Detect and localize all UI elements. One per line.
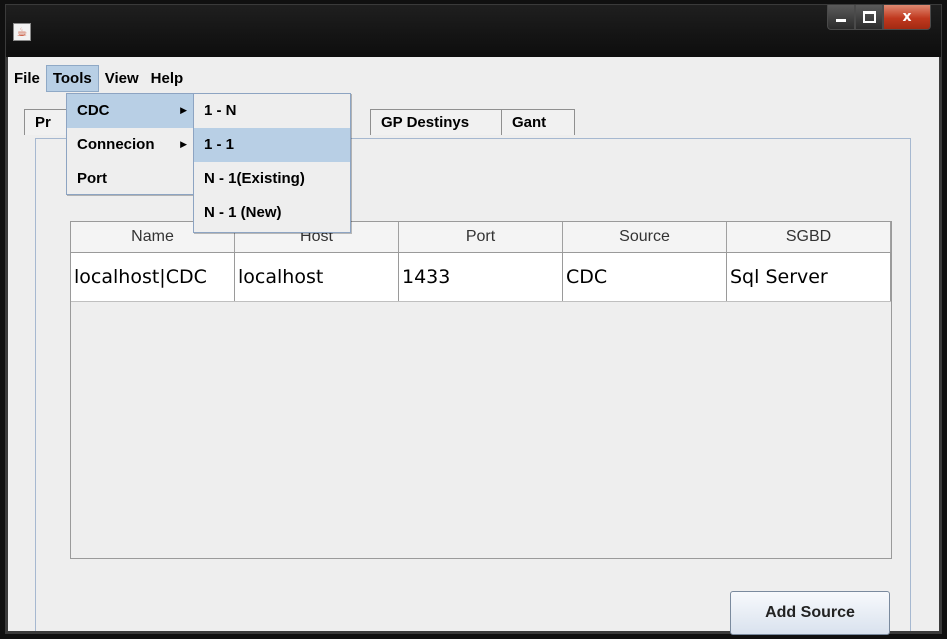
submenu-item-n-1-existing[interactable]: N - 1(Existing) — [194, 162, 350, 196]
sources-table: Name Host Port Source SGBD localhost|CDC… — [70, 221, 892, 559]
table-row[interactable]: localhost|CDC localhost 1433 CDC Sql Ser… — [71, 253, 891, 302]
menu-file[interactable]: File — [8, 65, 46, 92]
cell-port[interactable]: 1433 — [399, 253, 563, 301]
cell-name[interactable]: localhost|CDC — [71, 253, 235, 301]
column-header-sgbd[interactable]: SGBD — [727, 222, 891, 252]
tab-gp-destinys[interactable]: GP Destinys — [370, 109, 502, 135]
submenu-item-1-1[interactable]: 1 - 1 — [194, 128, 350, 162]
menu-item-label: CDC — [77, 102, 110, 119]
submenu-item-n-1-new[interactable]: N - 1 (New) — [194, 196, 350, 230]
submenu-arrow-icon: ▶ — [180, 140, 187, 150]
cell-host[interactable]: localhost — [235, 253, 399, 301]
minimize-icon — [836, 18, 846, 22]
submenu-arrow-icon: ▶ — [180, 106, 187, 116]
close-button[interactable]: x — [883, 5, 931, 30]
menu-tools[interactable]: Tools — [45, 65, 99, 92]
submenu-item-1-n[interactable]: 1 - N — [194, 94, 350, 128]
menu-item-port[interactable]: Port — [67, 162, 193, 196]
maximize-button[interactable] — [855, 5, 883, 30]
menu-item-connecion[interactable]: Connecion ▶ — [67, 128, 193, 162]
add-source-button[interactable]: Add Source — [730, 591, 890, 635]
menu-help[interactable]: Help — [145, 65, 190, 92]
cdc-submenu-popup: 1 - N 1 - 1 N - 1(Existing) N - 1 (New) — [193, 93, 351, 233]
menu-item-cdc[interactable]: CDC ▶ — [67, 94, 193, 128]
menu-bar: File Tools View Help — [8, 65, 939, 92]
java-icon: ☕ — [13, 23, 31, 41]
cell-sgbd[interactable]: Sql Server — [727, 253, 891, 301]
menu-view[interactable]: View — [99, 65, 145, 92]
cell-source[interactable]: CDC — [563, 253, 727, 301]
tools-menu-popup: CDC ▶ Connecion ▶ Port — [66, 93, 194, 195]
column-header-source[interactable]: Source — [563, 222, 727, 252]
close-icon: x — [902, 9, 912, 25]
tab-gant[interactable]: Gant — [501, 109, 575, 135]
menu-item-label: Port — [77, 170, 107, 187]
minimize-button[interactable] — [827, 5, 855, 30]
menu-item-label: Connecion — [77, 136, 155, 153]
title-bar[interactable]: ☕ x — [6, 5, 941, 57]
maximize-icon — [862, 11, 876, 23]
window-controls: x — [827, 5, 931, 31]
column-header-port[interactable]: Port — [399, 222, 563, 252]
